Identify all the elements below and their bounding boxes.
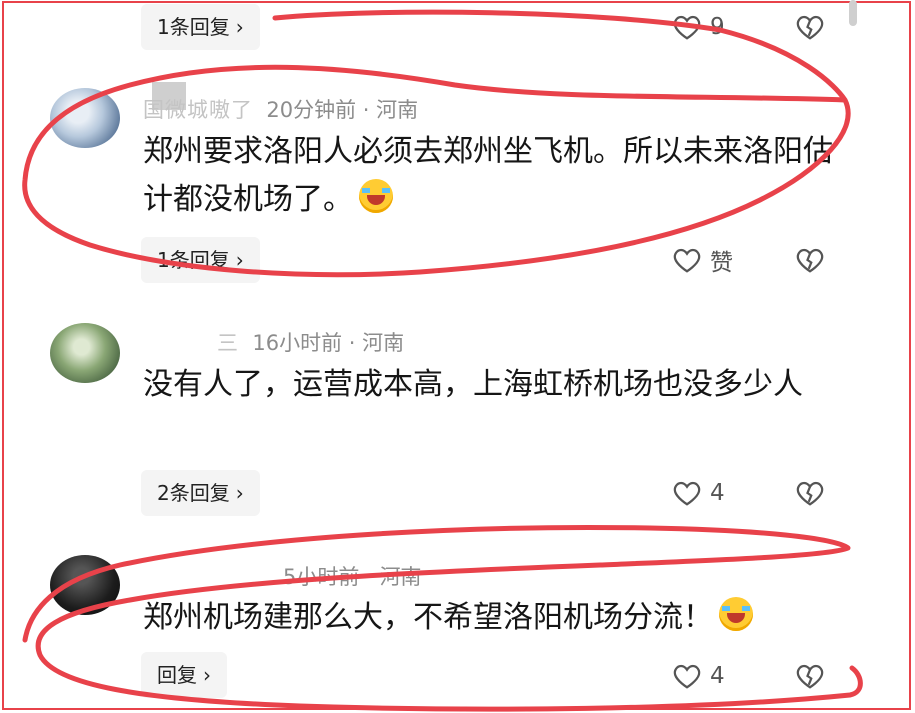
laughing-crying-emoji-icon bbox=[719, 597, 753, 631]
heart-outline-icon bbox=[673, 664, 701, 689]
like-button[interactable]: 4 bbox=[672, 475, 725, 511]
like-count: 9 bbox=[710, 14, 725, 40]
username[interactable]: 国微城嗷了 bbox=[143, 98, 253, 122]
avatar[interactable] bbox=[50, 323, 120, 383]
avatar[interactable] bbox=[50, 555, 120, 615]
reply-label: 1条回复 bbox=[157, 15, 230, 39]
comment-meta: 国微城嗷了 20分钟前 · 河南 bbox=[143, 98, 419, 122]
reply-button[interactable]: 1条回复 › bbox=[141, 4, 260, 50]
laughing-crying-emoji-icon bbox=[359, 179, 393, 213]
comment-text: 没有人了，运营成本高，上海虹桥机场也没多少人 bbox=[143, 367, 803, 402]
like-count: 4 bbox=[710, 663, 725, 689]
timestamp: 16小时前 bbox=[252, 331, 343, 355]
reply-label: 回复 bbox=[157, 663, 197, 687]
comment-meta: 三 16小时前 · 河南 bbox=[217, 331, 405, 355]
broken-heart-icon bbox=[796, 481, 824, 506]
scrollbar[interactable] bbox=[849, 0, 857, 26]
timestamp: 20分钟前 bbox=[266, 98, 357, 122]
reply-button[interactable]: 1条回复 › bbox=[141, 237, 260, 283]
region: 河南 bbox=[376, 98, 419, 122]
chevron-right-icon: › bbox=[235, 481, 244, 505]
comment-text: 郑州要求洛阳人必须去郑州坐飞机。所以未来洛阳估计都没机场了。 bbox=[143, 134, 833, 217]
dislike-button[interactable] bbox=[795, 479, 825, 507]
like-button[interactable]: 赞 bbox=[672, 242, 733, 278]
like-label: 赞 bbox=[710, 250, 733, 276]
region: 河南 bbox=[379, 565, 422, 589]
reply-button[interactable]: 回复 › bbox=[141, 652, 227, 698]
reply-label: 2条回复 bbox=[157, 481, 230, 505]
chevron-right-icon: › bbox=[235, 15, 244, 39]
chevron-right-icon: › bbox=[203, 663, 211, 687]
dislike-button[interactable] bbox=[795, 246, 825, 274]
reply-label: 1条回复 bbox=[157, 248, 230, 272]
heart-outline-icon bbox=[673, 481, 701, 506]
dislike-button[interactable] bbox=[795, 662, 825, 690]
comment-meta: 5小时前 · 河南 bbox=[283, 565, 422, 589]
broken-heart-icon bbox=[796, 248, 824, 273]
avatar[interactable] bbox=[50, 88, 120, 148]
region: 河南 bbox=[362, 331, 405, 355]
heart-outline-icon bbox=[673, 15, 701, 40]
dislike-button[interactable] bbox=[795, 13, 825, 41]
broken-heart-icon bbox=[796, 664, 824, 689]
like-count: 4 bbox=[710, 480, 725, 506]
heart-outline-icon bbox=[673, 248, 701, 273]
chevron-right-icon: › bbox=[235, 248, 244, 272]
broken-heart-icon bbox=[796, 15, 824, 40]
like-button[interactable]: 4 bbox=[672, 658, 725, 694]
comment-text: 郑州机场建那么大，不希望洛阳机场分流！ bbox=[143, 594, 843, 642]
reply-button[interactable]: 2条回复 › bbox=[141, 470, 260, 516]
like-button[interactable]: 9 bbox=[672, 9, 725, 45]
username[interactable]: 三 bbox=[217, 331, 239, 355]
timestamp: 5小时前 bbox=[283, 565, 360, 589]
